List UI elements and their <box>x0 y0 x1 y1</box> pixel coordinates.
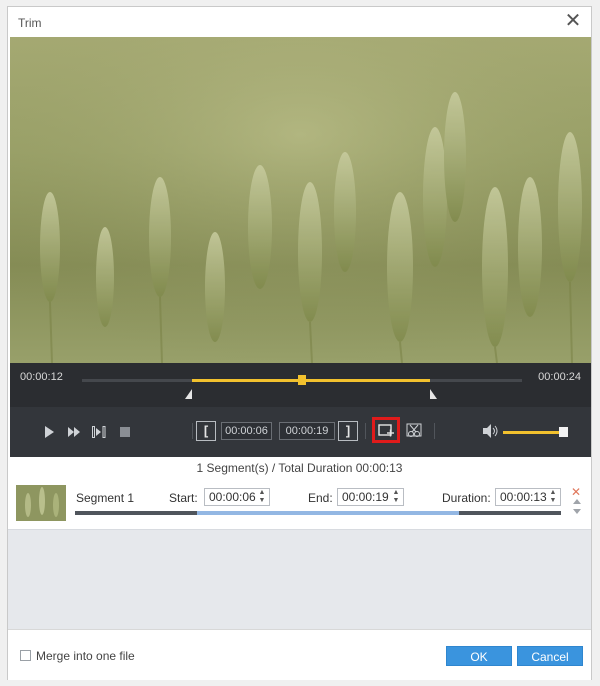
segment-end-stepper[interactable]: 00:00:19 ▲ ▼ <box>337 488 404 506</box>
move-down-icon[interactable] <box>573 509 581 514</box>
segment-duration-stepper[interactable]: 00:00:13 ▲ ▼ <box>495 488 561 506</box>
end-label: End: <box>308 491 333 505</box>
segment-start-value: 00:00:06 <box>209 490 256 504</box>
delete-segment-icon[interactable]: ✕ <box>571 485 581 499</box>
stepper-arrows-icon[interactable]: ▲ ▼ <box>258 489 266 505</box>
end-marker-handle[interactable] <box>429 389 437 399</box>
move-up-icon[interactable] <box>573 499 581 504</box>
separator <box>365 423 366 439</box>
end-time-field[interactable]: 00:00:19 <box>279 422 335 440</box>
volume-slider[interactable] <box>503 431 564 434</box>
duration-label: Duration: <box>442 491 491 505</box>
stepper-arrows-icon[interactable]: ▲ ▼ <box>549 489 557 505</box>
title-bar: Trim ✕ <box>8 7 591 37</box>
volume-icon[interactable] <box>483 423 499 439</box>
playhead-handle[interactable] <box>298 375 306 385</box>
segment-name: Segment 1 <box>76 491 135 505</box>
merge-label: Merge into one file <box>36 649 135 663</box>
segment-start-stepper[interactable]: 00:00:06 ▲ ▼ <box>204 488 270 506</box>
current-time: 00:00:12 <box>20 371 63 383</box>
start-marker-handle[interactable] <box>185 389 192 399</box>
total-time: 00:00:24 <box>538 371 581 383</box>
segment-range-bar <box>75 511 561 515</box>
selection-range <box>192 379 430 382</box>
video-preview <box>10 37 591 363</box>
dialog-title: Trim <box>18 16 42 30</box>
stop-icon[interactable] <box>116 423 134 441</box>
stepper-arrows-icon[interactable]: ▲ ▼ <box>392 489 400 505</box>
start-label: Start: <box>169 491 198 505</box>
split-scissors-icon[interactable] <box>405 421 425 441</box>
segment-summary: 1 Segment(s) / Total Duration 00:00:13 <box>8 457 591 480</box>
trim-dialog: Trim ✕ 00:00:12 00:00:24 [00:00:06 00:0… <box>7 6 592 680</box>
playback-controls: [ 00:00:06 00:00:19 ] <box>10 407 591 457</box>
close-icon[interactable]: ✕ <box>563 11 583 31</box>
timeline-bar: 00:00:12 00:00:24 <box>10 363 591 407</box>
segment-list: Segment 1 Start: 00:00:06 ▲ ▼ End: 00:00:… <box>8 479 591 629</box>
merge-checkbox[interactable] <box>20 650 31 661</box>
timeline-track[interactable] <box>82 375 522 385</box>
dialog-footer: Merge into one file OK Cancel <box>8 629 591 680</box>
set-start-button[interactable]: [ <box>196 421 216 441</box>
fast-forward-icon[interactable] <box>65 423 83 441</box>
ok-button[interactable]: OK <box>446 646 512 666</box>
segment-duration-value: 00:00:13 <box>500 490 547 504</box>
cancel-button[interactable]: Cancel <box>517 646 583 666</box>
video-frame-image <box>10 37 591 363</box>
set-end-button[interactable]: ] <box>338 421 358 441</box>
volume-handle[interactable] <box>558 427 568 437</box>
segment-thumbnail <box>16 485 66 521</box>
segment-end-value: 00:00:19 <box>342 490 389 504</box>
separator <box>192 423 193 439</box>
separator <box>434 423 435 439</box>
step-frame-icon[interactable] <box>90 423 108 441</box>
play-icon[interactable] <box>40 423 58 441</box>
start-time-field[interactable]: 00:00:06 <box>221 422 272 440</box>
segment-range-fill <box>196 511 459 515</box>
add-segment-icon[interactable] <box>376 421 396 441</box>
segment-row[interactable]: Segment 1 Start: 00:00:06 ▲ ▼ End: 00:00:… <box>8 479 591 530</box>
